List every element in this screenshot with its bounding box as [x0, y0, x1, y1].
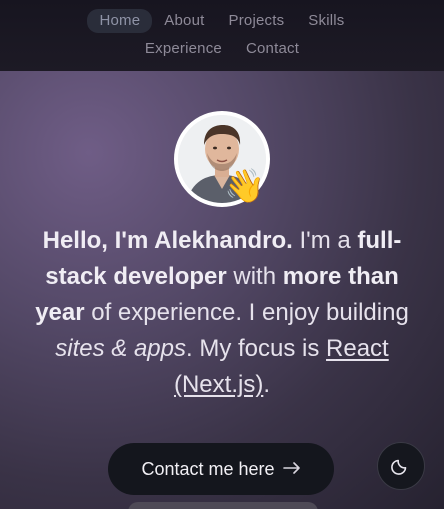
contact-me-label: Contact me here: [141, 458, 275, 479]
arrow-right-icon: [282, 459, 301, 479]
intro-greeting: Hello, I'm Alekhandro.: [42, 227, 293, 254]
intro-text-segment: of experience. I enjoy building: [84, 299, 409, 326]
intro-text-segment: I'm a: [292, 227, 358, 254]
intro-text: Hello, I'm Alekhandro. I'm a full-stack …: [22, 223, 422, 403]
intro-text-segment: with: [226, 263, 283, 290]
nav-link-skills[interactable]: Skills: [296, 9, 356, 33]
intro-text-segment: .: [263, 371, 270, 398]
nav-link-home[interactable]: Home: [87, 9, 153, 33]
nav-link-about[interactable]: About: [152, 9, 216, 33]
nav-row-secondary: Experience Contact: [0, 37, 444, 61]
nav-link-contact[interactable]: Contact: [234, 37, 311, 61]
nav-row-primary: Home About Projects Skills: [0, 9, 444, 33]
intro-sites-apps: sites & apps: [55, 335, 186, 362]
nav-link-experience[interactable]: Experience: [133, 37, 234, 61]
contact-me-button[interactable]: Contact me here: [108, 443, 334, 495]
top-navigation: Home About Projects Skills Experience Co…: [0, 0, 444, 71]
moon-icon: [391, 455, 411, 478]
waving-hand-icon: 👋: [224, 167, 266, 204]
intro-text-segment: . My focus is: [186, 335, 327, 362]
nav-link-projects[interactable]: Projects: [217, 9, 297, 33]
theme-toggle-button[interactable]: [377, 442, 425, 490]
secondary-button[interactable]: [128, 502, 318, 509]
